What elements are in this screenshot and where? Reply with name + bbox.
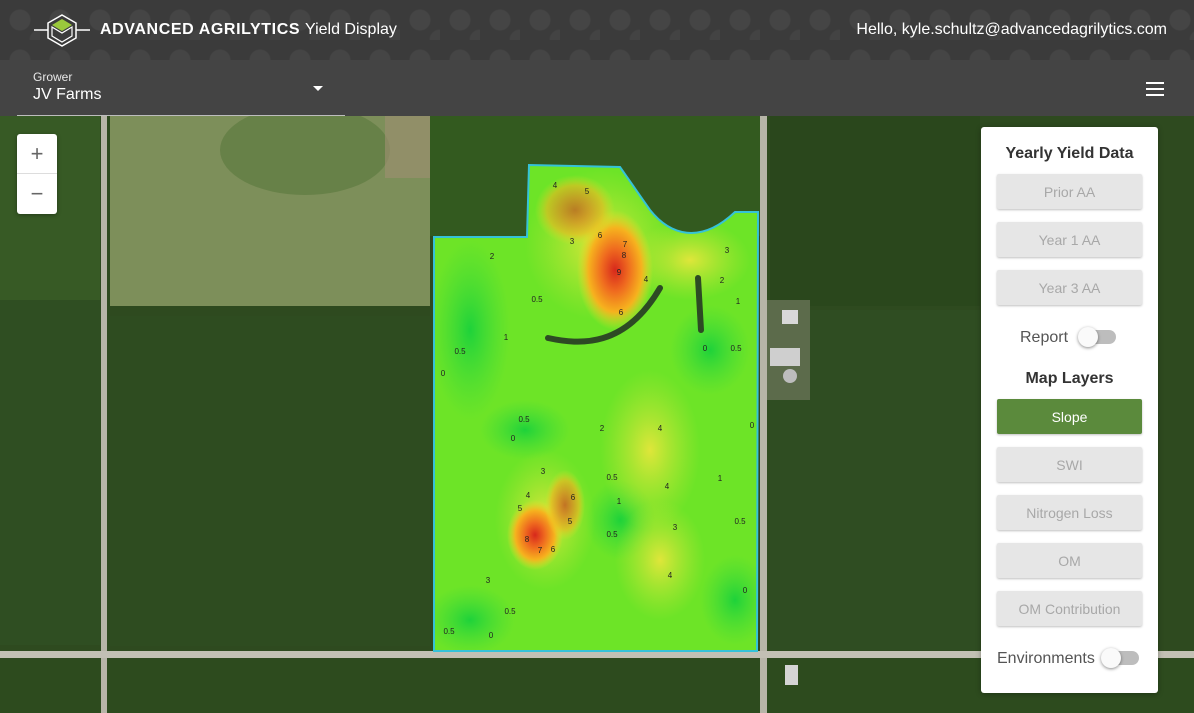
contour-label: 3 <box>725 246 730 255</box>
contour-label: 6 <box>571 493 576 502</box>
contour-label: 2 <box>600 424 605 433</box>
contour-label: 6 <box>619 308 624 317</box>
slope-layer-button[interactable]: Slope <box>997 399 1142 434</box>
grower-value: JV Farms <box>33 86 102 103</box>
prior-aa-button[interactable]: Prior AA <box>997 174 1142 209</box>
contour-label: 1 <box>718 474 723 483</box>
contour-label: 4 <box>665 482 670 491</box>
contour-label: 9 <box>617 268 622 277</box>
contour-label: 0 <box>743 586 748 595</box>
contour-label: 0.5 <box>504 607 516 616</box>
environments-toggle[interactable] <box>1101 647 1141 669</box>
contour-label: 3 <box>673 523 678 532</box>
zoom-in-button[interactable]: + <box>17 134 57 174</box>
contour-label: 6 <box>598 231 603 240</box>
contour-label: 3 <box>486 576 491 585</box>
contour-label: 5 <box>568 517 573 526</box>
contour-label: 4 <box>668 571 673 580</box>
nitrogen-loss-layer-button[interactable]: Nitrogen Loss <box>997 495 1142 530</box>
contour-label: 3 <box>570 237 575 246</box>
top-header: ADVANCED AGRILYTICS Yield Display Hello,… <box>0 0 1194 60</box>
zoom-control: + − <box>17 134 57 214</box>
year-3-aa-button[interactable]: Year 3 AA <box>997 270 1142 305</box>
contour-label: 0.5 <box>734 517 746 526</box>
layer-panel: Yearly Yield Data Prior AA Year 1 AA Yea… <box>981 127 1158 693</box>
contour-label: 0 <box>511 434 516 443</box>
app-window: ADVANCED AGRILYTICS Yield Display Hello,… <box>0 0 1194 713</box>
contour-label: 0 <box>750 421 755 430</box>
contour-label: 0.5 <box>606 530 618 539</box>
contour-label: 4 <box>553 181 558 190</box>
contour-label: 0 <box>441 369 446 378</box>
contour-label: 0.5 <box>443 627 455 636</box>
contour-label: 0.5 <box>730 344 742 353</box>
contour-label: 1 <box>504 333 509 342</box>
page-title: Yield Display <box>305 21 397 38</box>
contour-label: 8 <box>622 251 627 260</box>
contour-label: 5 <box>585 187 590 196</box>
contour-label: 2 <box>720 276 725 285</box>
contour-label: 1 <box>617 497 622 506</box>
om-contribution-layer-button[interactable]: OM Contribution <box>997 591 1142 626</box>
swi-layer-button[interactable]: SWI <box>997 447 1142 482</box>
contour-label: 0.5 <box>454 347 466 356</box>
map-layers-heading: Map Layers <box>1025 370 1114 387</box>
contour-label: 0 <box>703 344 708 353</box>
contour-label: 0.5 <box>606 473 618 482</box>
zoom-out-button[interactable]: − <box>17 174 57 214</box>
contour-label: 0.5 <box>531 295 543 304</box>
chevron-down-icon <box>313 86 323 91</box>
brand-name: ADVANCED AGRILYTICS <box>100 21 301 38</box>
grower-select[interactable]: Grower JV Farms <box>17 60 345 116</box>
menu-icon[interactable] <box>1144 80 1166 98</box>
contour-label: 4 <box>526 491 531 500</box>
contour-label: 1 <box>736 297 741 306</box>
contour-label: 7 <box>623 240 628 249</box>
report-toggle[interactable] <box>1078 326 1118 348</box>
report-label: Report <box>1020 329 1069 346</box>
contour-label: 0 <box>489 631 494 640</box>
year-1-aa-button[interactable]: Year 1 AA <box>997 222 1142 257</box>
contour-label: 5 <box>518 504 523 513</box>
logo-icon <box>34 14 90 47</box>
om-layer-button[interactable]: OM <box>997 543 1142 578</box>
contour-label: 6 <box>551 545 556 554</box>
contour-label: 0.5 <box>518 415 530 424</box>
contour-label: 4 <box>658 424 663 433</box>
contour-label: 7 <box>538 546 543 555</box>
contour-label: 8 <box>525 535 530 544</box>
grower-label: Grower <box>33 70 73 84</box>
contour-label: 2 <box>490 252 495 261</box>
yearly-yield-heading: Yearly Yield Data <box>1005 145 1134 162</box>
contour-label: 3 <box>541 467 546 476</box>
environments-label: Environments <box>997 650 1095 667</box>
user-greeting[interactable]: Hello, kyle.schultz@advancedagrilytics.c… <box>856 21 1167 39</box>
contour-label: 4 <box>644 275 649 284</box>
